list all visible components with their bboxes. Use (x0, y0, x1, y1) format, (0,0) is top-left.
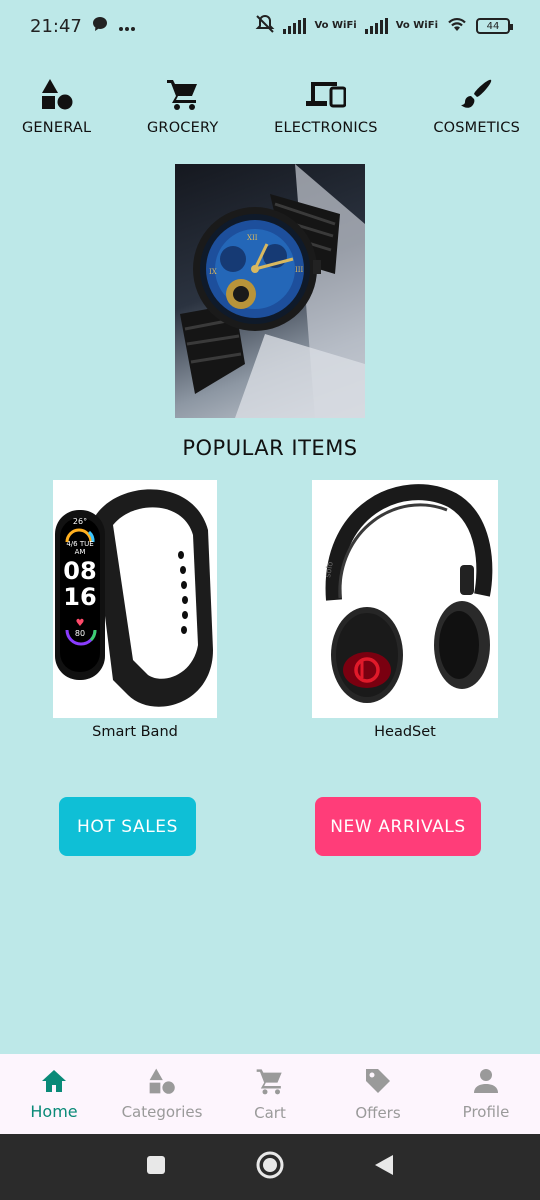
heart-icon: ♥ (75, 618, 85, 629)
product-card-headset[interactable]: solo HeadSet (312, 480, 498, 740)
person-icon (472, 1067, 500, 1099)
status-bar: 21:47 Vo WiFi Vo WiFi 44 (0, 0, 540, 52)
watch-image[interactable]: XII III IX (175, 164, 365, 418)
signal-icon-2 (364, 18, 388, 34)
volte-label-2: Vo WiFi (395, 20, 438, 31)
band-heart-rate: 80 (74, 629, 86, 638)
svg-text:XII: XII (247, 234, 258, 242)
svg-text:III: III (295, 266, 304, 274)
category-general[interactable]: GENERAL (22, 74, 91, 136)
status-time: 21:47 (30, 15, 82, 37)
nav-label: Home (30, 1101, 78, 1121)
category-label: ELECTRONICS (274, 120, 378, 136)
home-button[interactable] (255, 1150, 285, 1184)
headset-image[interactable]: solo (312, 480, 498, 718)
nav-label: Profile (462, 1103, 510, 1121)
nav-profile[interactable]: Profile (436, 1067, 536, 1121)
system-navigation-bar (0, 1134, 540, 1200)
more-icon (118, 16, 136, 37)
signal-icon (283, 18, 307, 34)
category-electronics[interactable]: ELECTRONICS (274, 74, 378, 136)
battery-icon: 44 (476, 18, 513, 34)
nav-label: Cart (254, 1104, 286, 1122)
nav-categories[interactable]: Categories (112, 1067, 212, 1121)
band-temp: 26° (72, 517, 88, 526)
category-cosmetics[interactable]: COSMETICS (433, 74, 520, 136)
product-name: HeadSet (374, 724, 436, 740)
cart-icon (255, 1066, 285, 1100)
nav-label: Categories (121, 1103, 203, 1121)
brush-icon (457, 74, 497, 114)
svg-text:IX: IX (209, 268, 217, 276)
category-label: GENERAL (22, 120, 92, 136)
category-row: GENERAL GROCERY ELECTRONICS COSMETICS (0, 74, 540, 136)
nav-offers[interactable]: Offers (328, 1066, 428, 1122)
cart-icon (163, 74, 203, 114)
category-grocery[interactable]: GROCERY (147, 74, 218, 136)
nav-label: Offers (355, 1104, 401, 1122)
battery-level: 44 (486, 20, 500, 32)
wifi-icon (446, 15, 468, 38)
nav-home[interactable]: Home (4, 1068, 104, 1121)
devices-icon (305, 74, 346, 114)
band-hour: 08 (63, 557, 97, 585)
product-name: Smart Band (92, 724, 178, 740)
category-label: GROCERY (146, 120, 219, 136)
categories-icon (148, 1067, 176, 1099)
volte-label: Vo WiFi (314, 20, 357, 31)
message-icon (92, 16, 108, 37)
hot-sales-button[interactable]: HOT SALES (59, 797, 196, 856)
home-icon (40, 1068, 68, 1098)
back-button[interactable] (373, 1153, 395, 1181)
band-minute: 16 (63, 583, 97, 611)
recents-button[interactable] (145, 1154, 167, 1180)
band-date: 4/6 TUE AM (66, 540, 94, 556)
mute-icon (255, 14, 275, 39)
band-screen: 26° 4/6 TUE AM 08 16 ♥ 80 (60, 517, 100, 638)
tag-icon (363, 1066, 393, 1100)
new-arrivals-button[interactable]: NEW ARRIVALS (315, 797, 481, 856)
popular-items-title: POPULAR ITEMS (182, 436, 358, 460)
category-label: COSMETICS (433, 120, 520, 136)
shapes-icon (37, 74, 77, 114)
nav-cart[interactable]: Cart (220, 1066, 320, 1122)
bottom-navigation: Home Categories Cart Offers Profile (0, 1054, 540, 1134)
